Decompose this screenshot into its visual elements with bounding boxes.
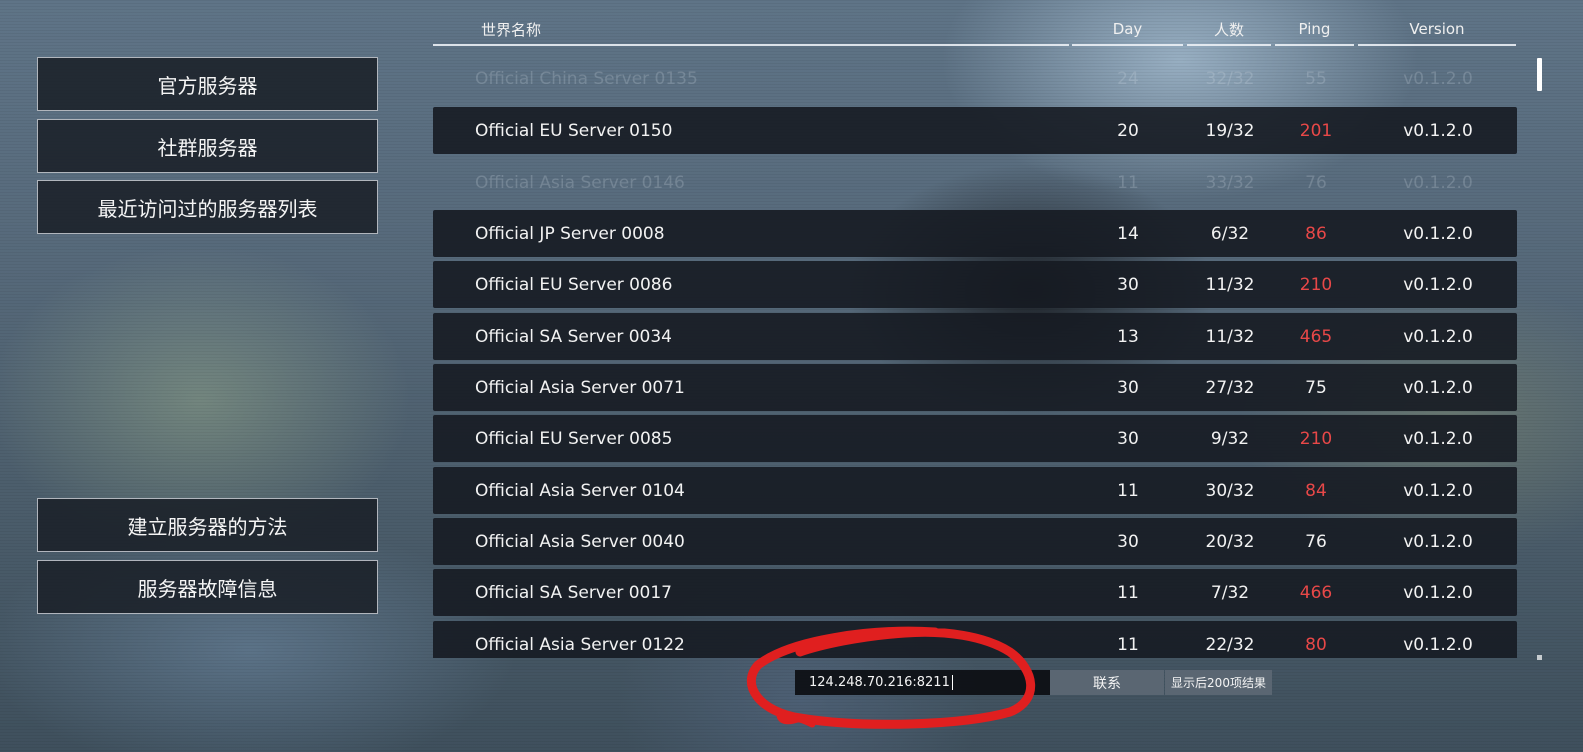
server-row[interactable]: Official China Server 0135 24 32/32 55 v0.1.… bbox=[433, 55, 1517, 102]
scroll-down-arrow-icon[interactable] bbox=[1537, 655, 1542, 660]
server-version: v0.1.2.0 bbox=[1403, 274, 1473, 295]
server-version: v0.1.2.0 bbox=[1403, 531, 1473, 552]
server-version: v0.1.2.0 bbox=[1403, 582, 1473, 603]
server-name: Official Asia Server 0104 bbox=[475, 480, 685, 501]
server-players: 22/32 bbox=[1205, 634, 1255, 655]
server-name: Official Asia Server 0071 bbox=[475, 377, 685, 398]
server-ping: 55 bbox=[1305, 68, 1327, 89]
server-name: Official SA Server 0034 bbox=[475, 326, 672, 347]
server-ping: 465 bbox=[1299, 326, 1333, 347]
server-row[interactable]: Official EU Server 0086 30 11/32 210 v0.1.2.… bbox=[433, 261, 1517, 308]
server-ping: 76 bbox=[1305, 172, 1327, 193]
server-day: 30 bbox=[1117, 377, 1139, 398]
server-day: 24 bbox=[1117, 68, 1139, 89]
server-name: Official SA Server 0017 bbox=[475, 582, 672, 603]
server-day: 11 bbox=[1117, 634, 1139, 655]
server-name: Official EU Server 0150 bbox=[475, 120, 673, 141]
server-day: 11 bbox=[1117, 480, 1139, 501]
server-row[interactable]: Official JP Server 0008 14 6/32 86 v0.1.2.0 bbox=[433, 210, 1517, 257]
server-name: Official Asia Server 0146 bbox=[475, 172, 685, 193]
server-players: 11/32 bbox=[1205, 274, 1255, 295]
server-row[interactable]: Official Asia Server 0122 11 22/32 80 v0.1.2… bbox=[433, 621, 1517, 658]
server-row[interactable]: Official EU Server 0085 30 9/32 210 v0.1.2.0 bbox=[433, 415, 1517, 462]
header-ping[interactable]: Ping bbox=[1275, 14, 1354, 46]
server-version: v0.1.2.0 bbox=[1403, 223, 1473, 244]
server-address-input[interactable] bbox=[795, 670, 1050, 695]
server-ping: 84 bbox=[1305, 480, 1327, 501]
server-players: 32/32 bbox=[1205, 68, 1255, 89]
server-name: Official Asia Server 0122 bbox=[475, 634, 685, 655]
server-row[interactable]: Official SA Server 0034 13 11/32 465 v0.1.2.… bbox=[433, 313, 1517, 360]
server-row[interactable]: Official SA Server 0017 11 7/32 466 v0.1.2.0 bbox=[433, 569, 1517, 616]
server-list[interactable]: Official China Server 0135 24 32/32 55 v0.1.… bbox=[433, 55, 1517, 658]
server-name: Official EU Server 0085 bbox=[475, 428, 673, 449]
server-name: Official EU Server 0086 bbox=[475, 274, 673, 295]
header-players[interactable]: 人数 bbox=[1187, 14, 1271, 46]
text-caret bbox=[952, 675, 953, 690]
server-row[interactable]: Official Asia Server 0040 30 20/32 76 v0.1.2… bbox=[433, 518, 1517, 565]
server-version: v0.1.2.0 bbox=[1403, 377, 1473, 398]
server-players: 11/32 bbox=[1205, 326, 1255, 347]
server-row[interactable]: Official Asia Server 0104 11 30/32 84 v0.1.2… bbox=[433, 467, 1517, 514]
server-version: v0.1.2.0 bbox=[1403, 480, 1473, 501]
server-row[interactable]: Official EU Server 0150 20 19/32 201 v0.1.2.… bbox=[433, 107, 1517, 154]
server-version: v0.1.2.0 bbox=[1403, 172, 1473, 193]
server-players: 20/32 bbox=[1205, 531, 1255, 552]
recent-servers-button[interactable]: 最近访问过的服务器列表 bbox=[37, 180, 378, 234]
server-players: 6/32 bbox=[1210, 223, 1250, 244]
server-day: 11 bbox=[1117, 582, 1139, 603]
server-ping: 210 bbox=[1299, 428, 1333, 449]
server-ping: 80 bbox=[1305, 634, 1327, 655]
server-ping: 75 bbox=[1305, 377, 1327, 398]
server-players: 30/32 bbox=[1205, 480, 1255, 501]
header-day[interactable]: Day bbox=[1072, 14, 1183, 46]
server-ping: 466 bbox=[1299, 582, 1333, 603]
server-day: 14 bbox=[1117, 223, 1139, 244]
server-players: 33/32 bbox=[1205, 172, 1255, 193]
server-version: v0.1.2.0 bbox=[1403, 120, 1473, 141]
server-day: 30 bbox=[1117, 531, 1139, 552]
server-day: 13 bbox=[1117, 326, 1139, 347]
connect-button[interactable]: 联系 bbox=[1050, 670, 1164, 695]
server-row[interactable]: Official Asia Server 0146 11 33/32 76 v0.1.2… bbox=[433, 159, 1517, 206]
server-row[interactable]: Official Asia Server 0071 30 27/32 75 v0.1.2… bbox=[433, 364, 1517, 411]
server-version: v0.1.2.0 bbox=[1403, 634, 1473, 655]
server-day: 30 bbox=[1117, 428, 1139, 449]
server-ping: 76 bbox=[1305, 531, 1327, 552]
how-to-host-button[interactable]: 建立服务器的方法 bbox=[37, 498, 378, 552]
show-next-200-button[interactable]: 显示后200项结果 bbox=[1165, 670, 1272, 695]
server-ping: 210 bbox=[1299, 274, 1333, 295]
scrollbar[interactable] bbox=[1535, 58, 1543, 660]
server-ping: 86 bbox=[1305, 223, 1327, 244]
server-version: v0.1.2.0 bbox=[1403, 326, 1473, 347]
server-players: 27/32 bbox=[1205, 377, 1255, 398]
server-status-button[interactable]: 服务器故障信息 bbox=[37, 560, 378, 614]
scrollbar-thumb[interactable] bbox=[1537, 58, 1542, 91]
server-version: v0.1.2.0 bbox=[1403, 428, 1473, 449]
server-players: 19/32 bbox=[1205, 120, 1255, 141]
server-name: Official JP Server 0008 bbox=[475, 223, 665, 244]
server-ping: 201 bbox=[1299, 120, 1333, 141]
server-version: v0.1.2.0 bbox=[1403, 68, 1473, 89]
server-players: 7/32 bbox=[1210, 582, 1250, 603]
header-version[interactable]: Version bbox=[1358, 14, 1516, 46]
server-day: 30 bbox=[1117, 274, 1139, 295]
community-servers-button[interactable]: 社群服务器 bbox=[37, 119, 378, 173]
server-day: 20 bbox=[1117, 120, 1139, 141]
official-servers-button[interactable]: 官方服务器 bbox=[37, 57, 378, 111]
server-name: Official Asia Server 0040 bbox=[475, 531, 685, 552]
server-day: 11 bbox=[1117, 172, 1139, 193]
header-world-name[interactable]: 世界名称 bbox=[433, 14, 1069, 46]
server-players: 9/32 bbox=[1210, 428, 1250, 449]
server-name: Official China Server 0135 bbox=[475, 68, 698, 89]
